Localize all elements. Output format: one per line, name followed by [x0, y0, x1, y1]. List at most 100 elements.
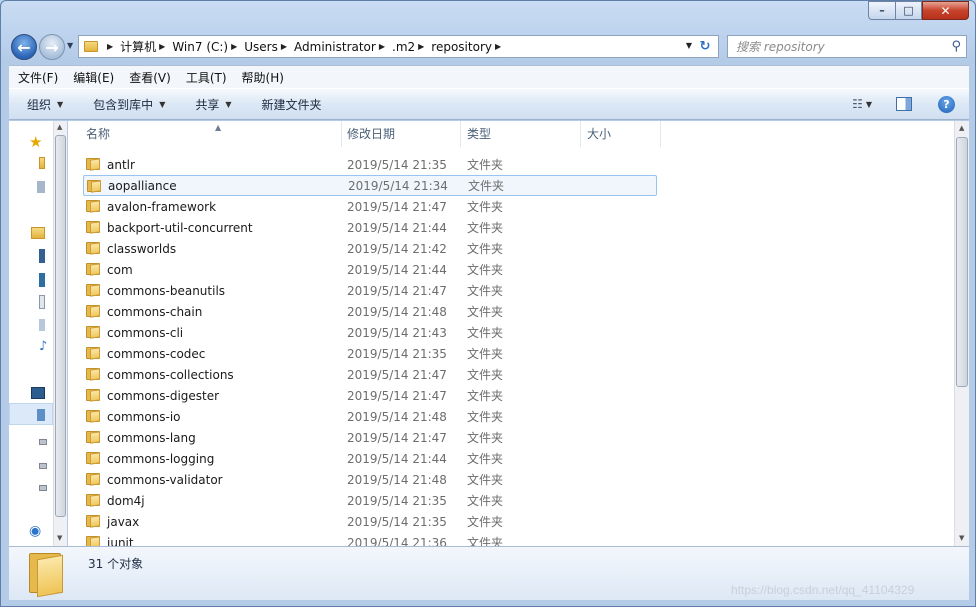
- file-date: 2019/5/14 21:47: [347, 367, 447, 382]
- watermark: https://blog.csdn.net/qq_41104329: [731, 583, 915, 597]
- file-name: commons-beanutils: [107, 283, 226, 298]
- table-row[interactable]: classworlds 2019/5/14 21:42 文件夹: [83, 238, 657, 259]
- drive-icon[interactable]: [37, 409, 45, 421]
- address-history-dropdown[interactable]: ▼: [686, 41, 692, 50]
- forward-button[interactable]: →: [39, 34, 65, 60]
- folder-icon: [86, 221, 100, 234]
- network-icon[interactable]: ◉: [29, 523, 41, 539]
- scroll-down-icon[interactable]: ▼: [959, 534, 964, 542]
- list-scrollbar[interactable]: ▲ ▼: [954, 121, 969, 546]
- breadcrumb-administrator[interactable]: Administrator: [294, 40, 376, 54]
- table-row[interactable]: dom4j 2019/5/14 21:35 文件夹: [83, 490, 657, 511]
- preview-pane-icon[interactable]: [896, 97, 912, 111]
- breadcrumb-drive[interactable]: Win7 (C:): [172, 40, 228, 54]
- documents-icon[interactable]: [39, 295, 45, 309]
- table-row[interactable]: commons-cli 2019/5/14 21:43 文件夹: [83, 322, 657, 343]
- file-type: 文件夹: [467, 242, 504, 256]
- folder-icon: [86, 431, 100, 444]
- table-row[interactable]: javax 2019/5/14 21:35 文件夹: [83, 511, 657, 532]
- address-bar[interactable]: ▶ 计算机 ▶ Win7 (C:) ▶ Users ▶ Administrato…: [78, 35, 719, 58]
- folder-icon: [86, 410, 100, 423]
- table-row[interactable]: antlr 2019/5/14 21:35 文件夹: [83, 154, 657, 175]
- include-in-library-button[interactable]: 包含到库中 ▼: [93, 96, 165, 113]
- chevron-right-icon[interactable]: ▶: [231, 42, 237, 51]
- chevron-right-icon[interactable]: ▶: [107, 42, 113, 51]
- table-row[interactable]: commons-beanutils 2019/5/14 21:47 文件夹: [83, 280, 657, 301]
- maximize-button[interactable]: □: [895, 1, 922, 20]
- drive-e-icon[interactable]: [39, 463, 47, 469]
- search-input[interactable]: 搜索 repository ⚲: [727, 35, 967, 58]
- column-size[interactable]: 大小: [581, 121, 661, 147]
- share-button[interactable]: 共享 ▼: [195, 96, 231, 113]
- search-icon[interactable]: ⚲: [951, 39, 961, 54]
- close-button[interactable]: ✕: [922, 1, 969, 20]
- chevron-right-icon[interactable]: ▶: [379, 42, 385, 51]
- nav-scrollbar[interactable]: ▲ ▼: [53, 121, 67, 546]
- forward-arrow-icon: →: [45, 37, 59, 57]
- column-type[interactable]: 类型: [461, 121, 581, 147]
- file-name: backport-util-concurrent: [107, 220, 253, 235]
- back-button[interactable]: ←: [11, 34, 37, 60]
- column-date-modified[interactable]: 修改日期: [341, 121, 461, 147]
- favorites-star-icon[interactable]: ★: [29, 133, 42, 151]
- menu-edit[interactable]: 编辑(E): [73, 69, 114, 86]
- menu-tools[interactable]: 工具(T): [186, 69, 227, 86]
- table-row[interactable]: commons-digester 2019/5/14 21:47 文件夹: [83, 385, 657, 406]
- table-row[interactable]: commons-io 2019/5/14 21:48 文件夹: [83, 406, 657, 427]
- help-icon[interactable]: ?: [938, 95, 955, 113]
- downloads-library-icon[interactable]: [39, 319, 45, 331]
- refresh-icon[interactable]: ↻: [695, 37, 715, 56]
- breadcrumb-repository[interactable]: repository: [431, 40, 492, 54]
- file-date: 2019/5/14 21:44: [347, 262, 447, 277]
- breadcrumb-computer[interactable]: 计算机: [120, 38, 156, 55]
- table-row[interactable]: commons-logging 2019/5/14 21:44 文件夹: [83, 448, 657, 469]
- table-row[interactable]: commons-chain 2019/5/14 21:48 文件夹: [83, 301, 657, 322]
- nav-scroll-thumb[interactable]: [55, 135, 66, 517]
- table-row[interactable]: commons-codec 2019/5/14 21:35 文件夹: [83, 343, 657, 364]
- table-row[interactable]: backport-util-concurrent 2019/5/14 21:44 文…: [83, 217, 657, 238]
- table-row[interactable]: avalon-framework 2019/5/14 21:47 文件夹: [83, 196, 657, 217]
- organize-button[interactable]: 组织 ▼: [27, 96, 63, 113]
- minimize-button[interactable]: –: [868, 1, 895, 20]
- table-row[interactable]: com 2019/5/14 21:44 文件夹: [83, 259, 657, 280]
- music-icon[interactable]: ♪: [39, 339, 51, 354]
- folder-icon: [29, 553, 65, 598]
- view-details-icon[interactable]: ☷: [852, 97, 863, 111]
- drive-d-icon[interactable]: [39, 439, 47, 445]
- chevron-right-icon[interactable]: ▶: [159, 42, 165, 51]
- breadcrumb-users[interactable]: Users: [244, 40, 278, 54]
- view-dropdown[interactable]: ▼: [866, 100, 872, 109]
- libraries-icon[interactable]: [31, 227, 45, 239]
- nav-selected-item[interactable]: [9, 403, 53, 425]
- videos-icon[interactable]: [39, 249, 45, 263]
- table-row[interactable]: aopalliance 2019/5/14 21:34 文件夹: [83, 175, 657, 196]
- scroll-up-icon[interactable]: ▲: [57, 123, 62, 131]
- desktop-folder-icon[interactable]: [39, 157, 45, 169]
- table-row[interactable]: commons-validator 2019/5/14 21:48 文件夹: [83, 469, 657, 490]
- list-scroll-thumb[interactable]: [956, 137, 968, 387]
- minimize-icon: –: [879, 4, 885, 17]
- downloads-icon[interactable]: [37, 181, 45, 193]
- scroll-down-icon[interactable]: ▼: [57, 534, 62, 542]
- column-name[interactable]: 名称 ▲: [80, 121, 342, 147]
- file-type: 文件夹: [467, 263, 504, 277]
- computer-icon[interactable]: [31, 387, 45, 399]
- menu-view[interactable]: 查看(V): [129, 69, 171, 86]
- scroll-up-icon[interactable]: ▲: [959, 124, 964, 132]
- breadcrumb-m2[interactable]: .m2: [392, 40, 415, 54]
- pictures-icon[interactable]: [39, 273, 45, 287]
- menu-help[interactable]: 帮助(H): [242, 69, 284, 86]
- folder-icon: [86, 242, 100, 255]
- table-row[interactable]: commons-collections 2019/5/14 21:47 文件夹: [83, 364, 657, 385]
- chevron-down-icon: ▼: [57, 99, 64, 109]
- chevron-right-icon[interactable]: ▶: [495, 42, 501, 51]
- new-folder-button[interactable]: 新建文件夹: [262, 96, 322, 113]
- file-date: 2019/5/14 21:48: [347, 304, 447, 319]
- column-name-label: 名称: [86, 127, 111, 141]
- chevron-right-icon[interactable]: ▶: [281, 42, 287, 51]
- drive-f-icon[interactable]: [39, 485, 47, 491]
- recent-pages-dropdown[interactable]: ▼: [67, 41, 73, 50]
- table-row[interactable]: commons-lang 2019/5/14 21:47 文件夹: [83, 427, 657, 448]
- menu-file[interactable]: 文件(F): [18, 69, 58, 86]
- chevron-right-icon[interactable]: ▶: [418, 42, 424, 51]
